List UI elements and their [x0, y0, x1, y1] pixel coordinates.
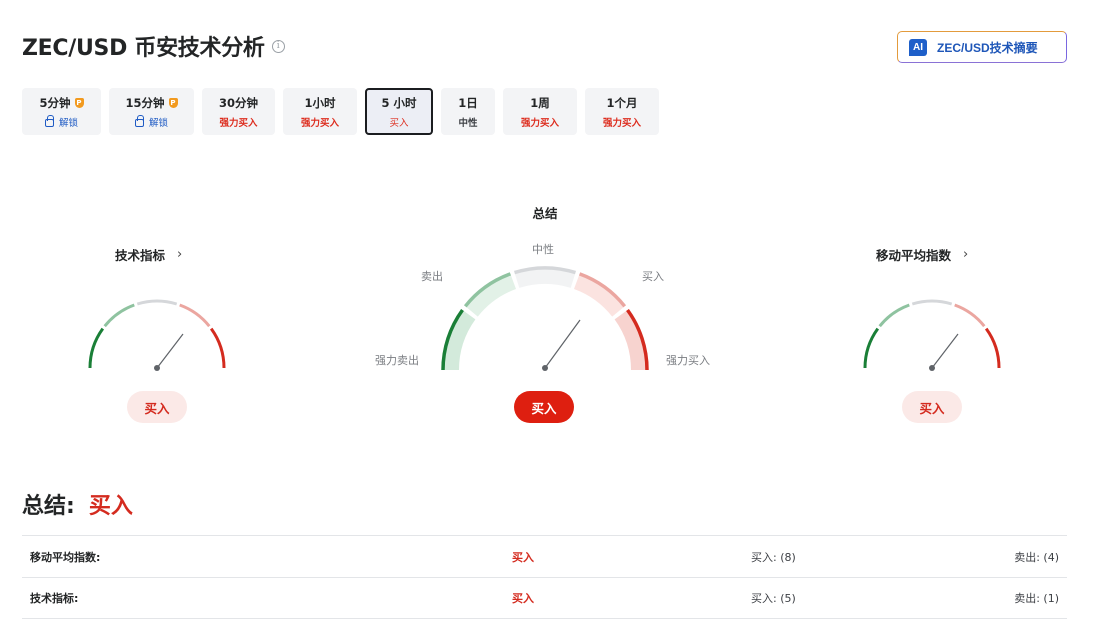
- tab-status: 中性: [458, 117, 478, 129]
- tab-30min[interactable]: 30分钟 强力买入: [202, 88, 275, 135]
- tab-label: 1日: [458, 95, 478, 110]
- tab-label: 1个月: [606, 95, 638, 110]
- lock-icon: [44, 115, 54, 127]
- technical-signal-badge: 买入: [127, 391, 187, 423]
- moving-averages-signal-badge: 买入: [902, 391, 962, 423]
- technical-indicators-link[interactable]: 技术指标 ›: [115, 245, 182, 264]
- pro-icon: P: [168, 97, 178, 108]
- summary-heading: 总结: 买入: [22, 488, 133, 520]
- row-signal: 买入: [512, 592, 534, 605]
- row-sell-count: 卖出: (4): [1014, 550, 1059, 564]
- technical-gauge: [88, 299, 226, 371]
- gauge-label-strong-buy: 强力买入: [666, 354, 710, 367]
- row-sell-count: 卖出: (1): [1014, 592, 1059, 605]
- tab-status: 强力买入: [219, 117, 258, 129]
- pro-icon: P: [74, 97, 84, 108]
- tab-status: 买入: [389, 117, 409, 129]
- row-name: 移动平均指数:: [30, 550, 101, 564]
- tab-status: 解锁: [58, 117, 78, 129]
- timeframe-tabs: 5分钟 P 解锁 15分钟 P 解锁 30分钟 强力买入 1小时 强力买入 5 小时…: [22, 88, 667, 135]
- technical-indicators-title: 技术指标: [115, 248, 166, 263]
- page-title-text: ZEC/USD 币安技术分析: [22, 36, 265, 61]
- moving-averages-link[interactable]: 移动平均指数 ›: [876, 245, 968, 264]
- summary-gauge: [441, 266, 649, 371]
- summary-gauge-title: 总结: [532, 206, 558, 221]
- moving-averages-gauge: [863, 299, 1001, 371]
- ai-summary-label: ZEC/USD技术摘要: [937, 40, 1038, 55]
- info-icon[interactable]: i: [271, 39, 285, 53]
- tab-label: 5 小时: [381, 95, 417, 110]
- tab-label: 30分钟: [218, 95, 258, 110]
- tab-status: 强力买入: [520, 117, 559, 129]
- tab-label: 15分钟: [125, 95, 165, 110]
- tab-label: 5分钟: [39, 95, 71, 110]
- gauge-label-neutral: 中性: [532, 243, 554, 256]
- row-buy-count: 买入: (5): [751, 592, 796, 605]
- row-buy-count: 买入: (8): [751, 550, 796, 564]
- tab-status: 解锁: [148, 117, 168, 129]
- gauge-label-strong-sell: 强力卖出: [375, 354, 419, 367]
- lock-icon: [134, 115, 144, 127]
- row-name: 技术指标:: [30, 592, 79, 605]
- tab-label: 1周: [530, 95, 550, 110]
- tab-15min[interactable]: 15分钟 P 解锁: [109, 88, 194, 135]
- row-signal: 买入: [512, 550, 534, 564]
- summary-label: 总结:: [22, 494, 75, 519]
- summary-signal-badge: 买入: [514, 391, 574, 423]
- tab-status: 强力买入: [300, 117, 339, 129]
- tab-1w[interactable]: 1周 强力买入: [503, 88, 577, 135]
- tab-1m[interactable]: 1个月 强力买入: [585, 88, 659, 135]
- table-row: 移动平均指数: 买入 买入: (8) 卖出: (4): [22, 535, 1067, 577]
- tab-status: 强力买入: [602, 117, 641, 129]
- ai-summary-button[interactable]: AI ZEC/USD技术摘要: [897, 31, 1067, 63]
- chevron-right-icon: ›: [177, 247, 183, 262]
- summary-table: 移动平均指数: 买入 买入: (8) 卖出: (4) 技术指标: 买入 买入: …: [22, 535, 1067, 619]
- moving-averages-title: 移动平均指数: [876, 248, 952, 263]
- chevron-right-icon: ›: [963, 247, 969, 262]
- page-title: ZEC/USD 币安技术分析 i: [22, 30, 285, 62]
- tab-label: 1小时: [304, 95, 336, 110]
- ai-chat-icon: AI: [909, 38, 927, 56]
- tab-5min[interactable]: 5分钟 P 解锁: [22, 88, 101, 135]
- summary-value: 买入: [88, 494, 133, 519]
- table-row: 技术指标: 买入 买入: (5) 卖出: (1): [22, 577, 1067, 619]
- tab-5h[interactable]: 5 小时 买入: [365, 88, 433, 135]
- tab-1d[interactable]: 1日 中性: [441, 88, 495, 135]
- tab-1h[interactable]: 1小时 强力买入: [283, 88, 357, 135]
